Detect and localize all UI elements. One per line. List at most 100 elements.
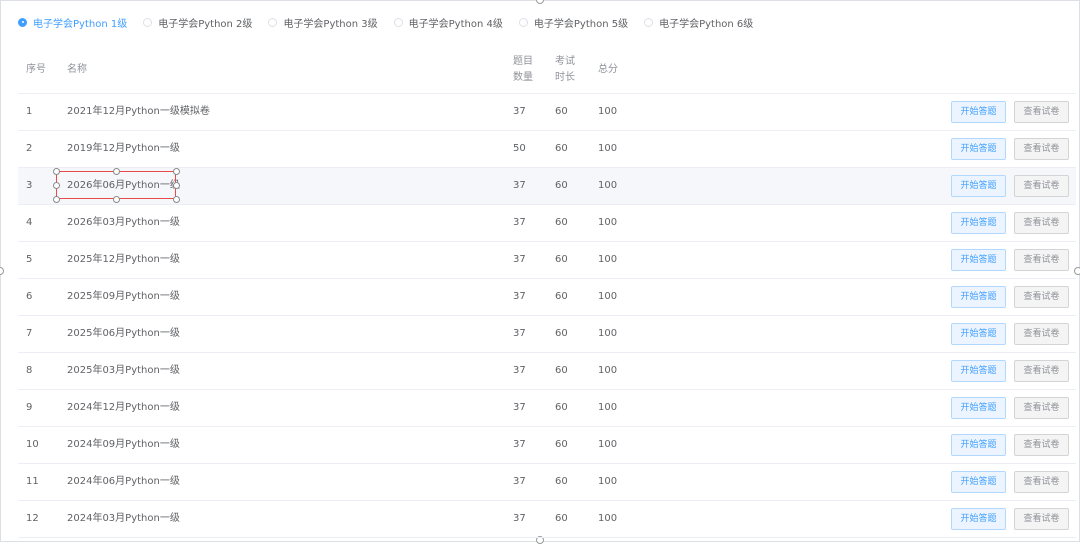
start-exam-button[interactable]: 开始答题 — [951, 508, 1006, 530]
table-body: 1 2021年12月Python一级模拟卷 37 60 100 开始答题 查看试卷 2 2019… — [18, 94, 1076, 538]
table-row: 4 2026年03月Python一级 37 60 100 开始答题 查看试卷 — [18, 205, 1076, 242]
view-paper-button[interactable]: 查看试卷 — [1014, 508, 1069, 530]
radio-level-4[interactable]: 电子学会Python 4级 — [393, 15, 503, 30]
row-index: 3 — [26, 180, 33, 191]
radio-level-3[interactable]: 电子学会Python 3级 — [268, 15, 378, 30]
radio-label: 电子学会Python 1级 — [33, 18, 128, 30]
view-paper-button[interactable]: 查看试卷 — [1014, 212, 1069, 234]
exam-name: 2026年03月Python一级 — [67, 217, 180, 228]
table-row: 10 2024年09月Python一级 37 60 100 开始答题 查看试卷 — [18, 427, 1076, 464]
total-score: 100 — [598, 217, 618, 228]
exam-duration: 60 — [555, 106, 568, 117]
row-index: 4 — [26, 217, 33, 228]
total-score: 100 — [598, 402, 618, 413]
selection-handle[interactable] — [113, 196, 120, 203]
total-score: 100 — [598, 476, 618, 487]
view-paper-button[interactable]: 查看试卷 — [1014, 323, 1069, 345]
row-index: 12 — [26, 513, 39, 524]
table-row: 2 2019年12月Python一级 50 60 100 开始答题 查看试卷 — [18, 131, 1076, 168]
question-count: 37 — [513, 254, 526, 265]
view-paper-button[interactable]: 查看试卷 — [1014, 360, 1069, 382]
exam-name: 2025年12月Python一级 — [67, 254, 180, 265]
selection-handle[interactable] — [113, 168, 120, 175]
radio-level-1[interactable]: 电子学会Python 1级 — [18, 15, 127, 30]
start-exam-button[interactable]: 开始答题 — [951, 397, 1006, 419]
exam-table: 序号 名称 题目 数量 考试 时长 总分 1 2021年12月Python一级模拟… — [18, 45, 1076, 538]
view-paper-button[interactable]: 查看试卷 — [1014, 434, 1069, 456]
exam-duration: 60 — [555, 439, 568, 450]
selection-handle[interactable] — [173, 168, 180, 175]
total-score: 100 — [598, 328, 618, 339]
radio-level-2[interactable]: 电子学会Python 2级 — [143, 15, 252, 30]
header-time-1: 考试 — [555, 56, 575, 67]
exam-duration: 60 — [555, 513, 568, 524]
view-paper-button[interactable]: 查看试卷 — [1014, 286, 1069, 308]
view-paper-button[interactable]: 查看试卷 — [1014, 101, 1069, 123]
row-index: 11 — [26, 476, 39, 487]
start-exam-button[interactable]: 开始答题 — [951, 286, 1006, 308]
radio-level-6[interactable]: 电子学会Python 6级 — [644, 15, 753, 30]
selection-handle[interactable] — [53, 182, 60, 189]
radio-label: 电子学会Python 6级 — [659, 18, 754, 30]
selection-handle[interactable] — [173, 182, 180, 189]
table-row: 5 2025年12月Python一级 37 60 100 开始答题 查看试卷 — [18, 242, 1076, 279]
row-index: 8 — [26, 365, 33, 376]
total-score: 100 — [598, 143, 618, 154]
table-row: 9 2024年12月Python一级 37 60 100 开始答题 查看试卷 — [18, 390, 1076, 427]
radio-label: 电子学会Python 3级 — [283, 18, 378, 30]
selection-handle[interactable] — [173, 196, 180, 203]
view-paper-button[interactable]: 查看试卷 — [1014, 138, 1069, 160]
radio-indicator — [268, 17, 278, 27]
selection-handle[interactable] — [53, 168, 60, 175]
start-exam-button[interactable]: 开始答题 — [951, 101, 1006, 123]
radio-indicator — [143, 17, 153, 27]
view-paper-button[interactable]: 查看试卷 — [1014, 175, 1069, 197]
row-index: 1 — [26, 106, 33, 117]
row-index: 9 — [26, 402, 33, 413]
exam-name: 2025年06月Python一级 — [67, 328, 180, 339]
header-name: 名称 — [67, 64, 87, 75]
exam-duration: 60 — [555, 402, 568, 413]
total-score: 100 — [598, 513, 618, 524]
start-exam-button[interactable]: 开始答题 — [951, 471, 1006, 493]
exam-name: 2024年06月Python一级 — [67, 476, 180, 487]
view-paper-button[interactable]: 查看试卷 — [1014, 397, 1069, 419]
exam-duration: 60 — [555, 328, 568, 339]
question-count: 37 — [513, 476, 526, 487]
radio-label: 电子学会Python 2级 — [158, 18, 253, 30]
table-row: 1 2021年12月Python一级模拟卷 37 60 100 开始答题 查看试卷 — [18, 94, 1076, 131]
total-score: 100 — [598, 291, 618, 302]
view-paper-button[interactable]: 查看试卷 — [1014, 471, 1069, 493]
selection-box[interactable] — [56, 171, 176, 199]
start-exam-button[interactable]: 开始答题 — [951, 360, 1006, 382]
header-index: 序号 — [26, 64, 46, 75]
table-row: 7 2025年06月Python一级 37 60 100 开始答题 查看试卷 — [18, 316, 1076, 353]
header-count-1: 题目 — [513, 56, 533, 67]
radio-label: 电子学会Python 5级 — [533, 18, 629, 30]
total-score: 100 — [598, 254, 618, 265]
row-index: 6 — [26, 291, 33, 302]
question-count: 37 — [513, 513, 526, 524]
exam-name: 2019年12月Python一级 — [67, 143, 180, 154]
exam-name: 2021年12月Python一级模拟卷 — [67, 106, 210, 117]
selection-handle[interactable] — [53, 196, 60, 203]
header-time-2: 时长 — [555, 72, 575, 83]
start-exam-button[interactable]: 开始答题 — [951, 212, 1006, 234]
total-score: 100 — [598, 439, 618, 450]
exam-name: 2024年12月Python一级 — [67, 402, 180, 413]
view-paper-button[interactable]: 查看试卷 — [1014, 249, 1069, 271]
header-count-2: 数量 — [513, 72, 533, 83]
question-count: 37 — [513, 439, 526, 450]
start-exam-button[interactable]: 开始答题 — [951, 434, 1006, 456]
row-index: 2 — [26, 143, 33, 154]
radio-indicator — [518, 17, 528, 27]
row-index: 5 — [26, 254, 33, 265]
exam-name: 2024年09月Python一级 — [67, 439, 180, 450]
start-exam-button[interactable]: 开始答题 — [951, 175, 1006, 197]
table-row: 11 2024年06月Python一级 37 60 100 开始答题 查看试卷 — [18, 464, 1076, 501]
radio-level-5[interactable]: 电子学会Python 5级 — [518, 15, 629, 30]
start-exam-button[interactable]: 开始答题 — [951, 138, 1006, 160]
exam-name: 2025年09月Python一级 — [67, 291, 180, 302]
start-exam-button[interactable]: 开始答题 — [951, 323, 1006, 345]
start-exam-button[interactable]: 开始答题 — [951, 249, 1006, 271]
